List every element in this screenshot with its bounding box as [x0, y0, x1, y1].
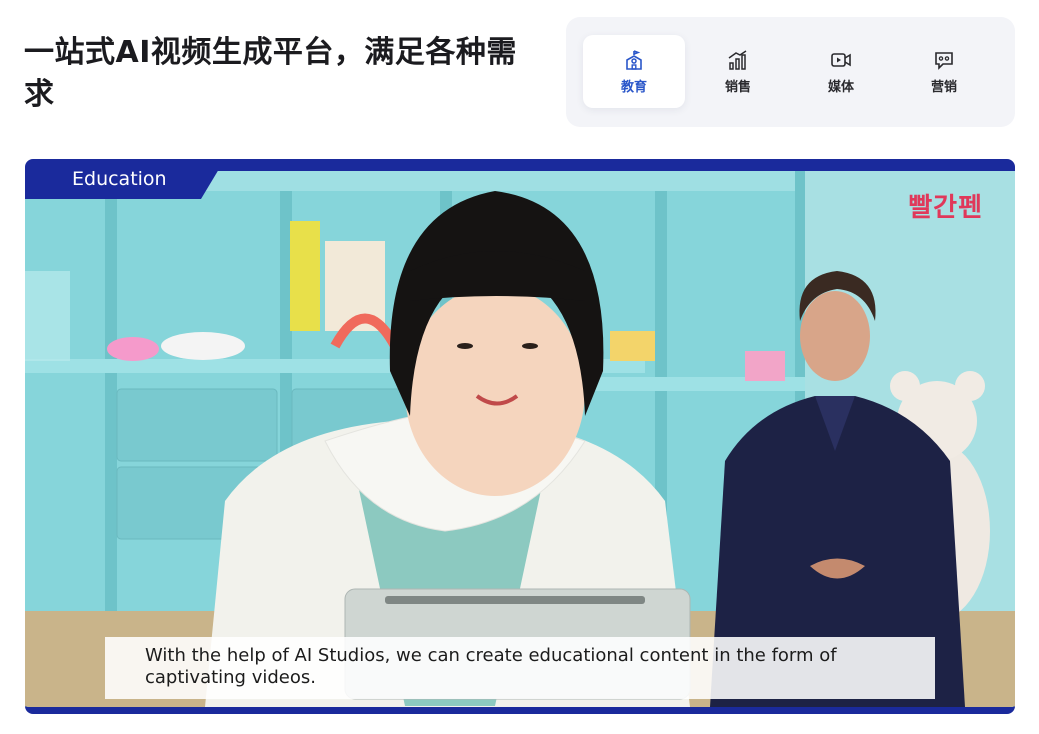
bar-chart-icon [728, 50, 747, 70]
video-player[interactable]: Education 빨간펜 With the help of AI Studio… [25, 159, 1015, 714]
tab-marketing[interactable]: 营销 [893, 35, 995, 108]
tab-education[interactable]: 教育 [583, 35, 685, 108]
brand-logo: 빨간펜 [908, 193, 983, 223]
tab-media[interactable]: 媒体 [790, 35, 892, 108]
tab-label: 销售 [724, 80, 751, 95]
chat-bubble-icon [935, 52, 953, 70]
tab-label: 营销 [930, 80, 957, 95]
video-camera-icon [831, 53, 851, 67]
category-badge: Education [25, 171, 225, 199]
page-headline: 一站式AI视频生成平台，满足各种需求 [24, 35, 517, 112]
video-frame [25, 171, 1015, 707]
tab-label: 教育 [620, 80, 647, 95]
tab-label: 媒体 [827, 80, 854, 95]
video-caption: With the help of AI Studios, we can crea… [105, 637, 935, 699]
school-icon [626, 50, 642, 70]
category-tab-bar: 教育 销售 媒体 营销 [566, 17, 1015, 127]
tab-sales[interactable]: 销售 [687, 35, 789, 108]
